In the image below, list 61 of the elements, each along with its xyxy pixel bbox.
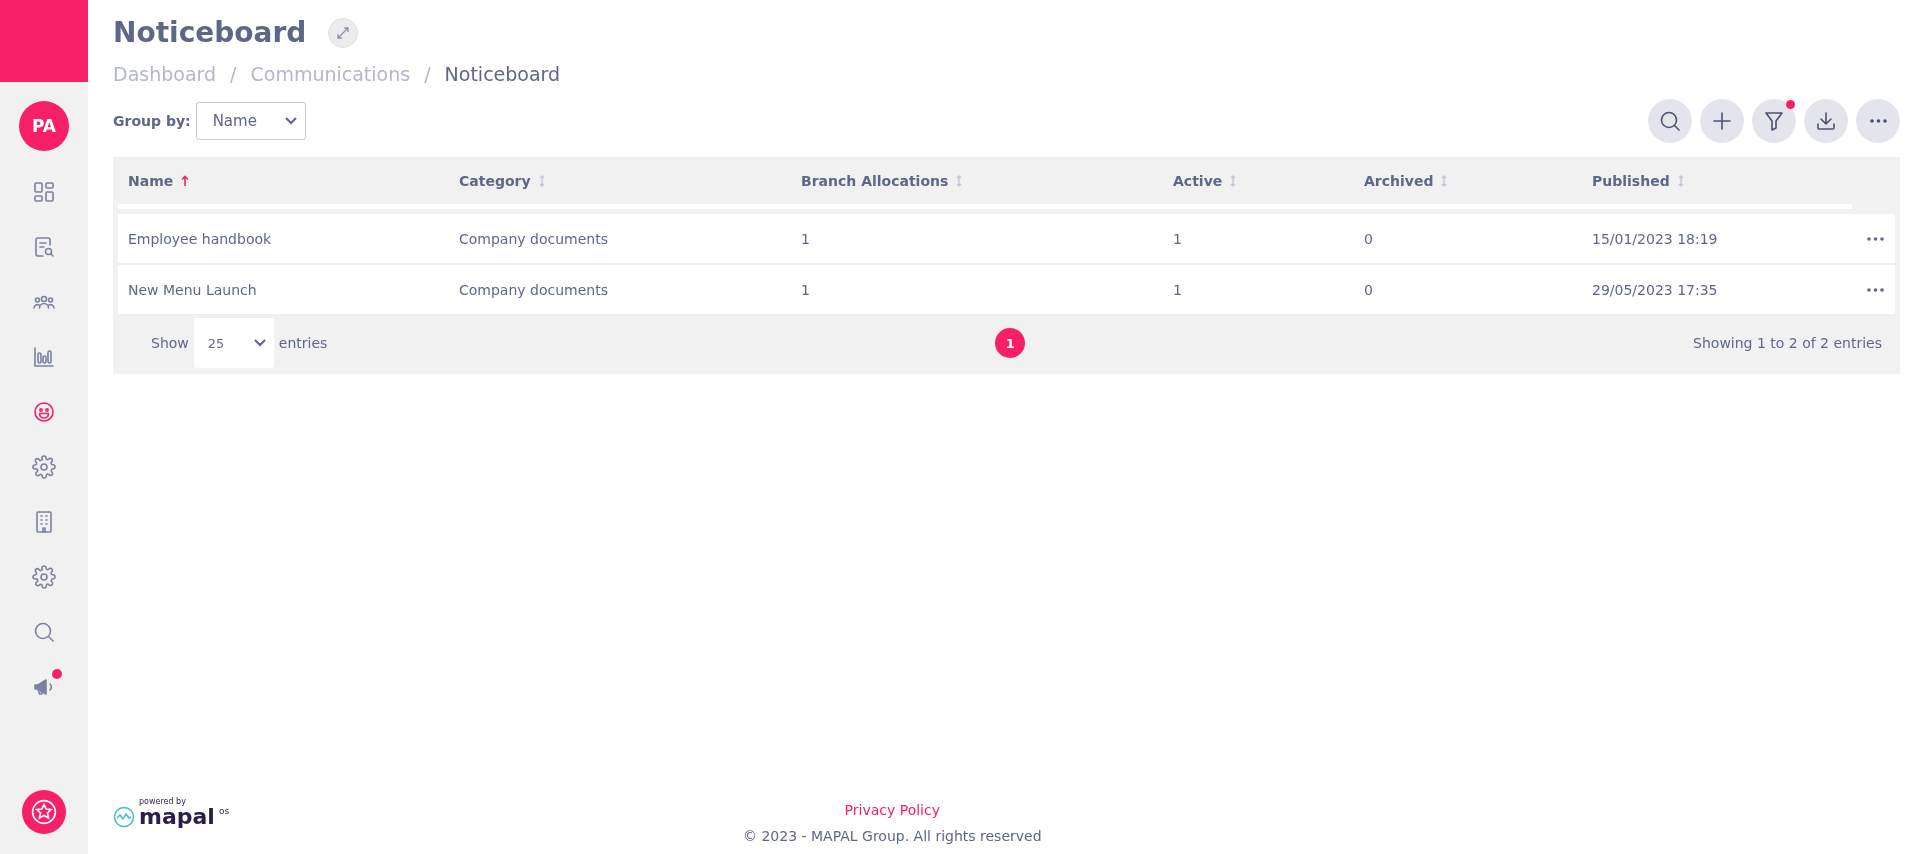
gear-icon xyxy=(32,455,56,479)
group-by-dropdown[interactable]: Name xyxy=(195,102,306,140)
chevron-down-icon xyxy=(253,339,266,347)
table-cell-text: 1 xyxy=(1172,230,1183,247)
document-search-icon xyxy=(32,235,56,259)
brand-wordmark: mapal xyxy=(139,806,215,828)
powered-by-text: powered by xyxy=(139,797,187,806)
search-icon xyxy=(32,620,56,644)
more-icon xyxy=(1866,287,1884,292)
more-icon xyxy=(1869,119,1887,123)
table-cell-text: 15/01/2023 18:19 xyxy=(1591,230,1719,247)
brand-suffix: os xyxy=(218,806,230,816)
breadcrumb-separator: / xyxy=(424,63,431,85)
entries-label: entries xyxy=(278,335,328,351)
table-cell-text: 1 xyxy=(1172,281,1183,298)
table-cell-text: 0 xyxy=(1363,230,1374,247)
column-header[interactable]: Active xyxy=(1173,172,1223,189)
sort-ascending-icon[interactable] xyxy=(181,174,190,187)
smiley-icon xyxy=(32,400,56,424)
bar-chart-icon xyxy=(32,345,56,369)
breadcrumb-current: Noticeboard xyxy=(444,63,561,85)
toolbar-button[interactable] xyxy=(1752,99,1796,143)
table-cell-text: Company documents xyxy=(458,281,609,298)
search-icon xyxy=(1658,109,1682,133)
table-cell-text: 0 xyxy=(1363,281,1374,298)
filter-icon xyxy=(1762,109,1786,133)
column-header[interactable]: Category xyxy=(459,172,531,189)
notification-dot xyxy=(52,669,62,679)
group-by-label: Group by: xyxy=(113,113,191,129)
chevron-down-icon xyxy=(284,117,297,125)
wave-logo-icon xyxy=(113,806,135,828)
user-avatar[interactable]: PA xyxy=(19,101,69,151)
entries-info: Showing 1 to 2 of 2 entries xyxy=(1693,335,1882,351)
expand-icon xyxy=(336,25,351,40)
more-icon xyxy=(1866,236,1884,241)
download-icon xyxy=(1814,109,1838,133)
column-header[interactable]: Name xyxy=(128,172,174,189)
notification-dot xyxy=(1786,100,1795,109)
show-label: Show xyxy=(151,335,189,351)
gear-icon xyxy=(32,565,56,589)
table-cell-text: 1 xyxy=(800,230,811,247)
dashboard-icon xyxy=(32,180,56,204)
column-header[interactable]: Archived xyxy=(1364,172,1434,189)
page-button[interactable]: 1 xyxy=(995,328,1026,358)
table-cell-text: Employee handbook xyxy=(127,230,273,247)
column-header[interactable]: Branch Allocations xyxy=(801,172,949,189)
toolbar-button[interactable] xyxy=(1804,99,1848,143)
table-cell-text: New Menu Launch xyxy=(127,281,258,298)
page-size-dropdown[interactable]: 25 xyxy=(193,318,274,368)
expand-button[interactable] xyxy=(328,17,359,48)
toolbar-button[interactable] xyxy=(1648,99,1692,143)
table-cell-text: Company documents xyxy=(458,230,609,247)
table-cell-text: 1 xyxy=(800,281,811,298)
page-title: Noticeboard xyxy=(113,16,307,49)
table-cell-text: 29/05/2023 17:35 xyxy=(1591,281,1719,298)
breadcrumb-separator: / xyxy=(230,63,237,85)
privacy-policy-link[interactable]: Privacy Policy xyxy=(844,802,940,818)
column-header[interactable]: Published xyxy=(1592,172,1670,189)
plus-icon xyxy=(1710,109,1734,133)
copyright-text: © 2023 - MAPAL Group. All rights reserved xyxy=(743,828,1042,844)
toolbar-button[interactable] xyxy=(1700,99,1744,143)
